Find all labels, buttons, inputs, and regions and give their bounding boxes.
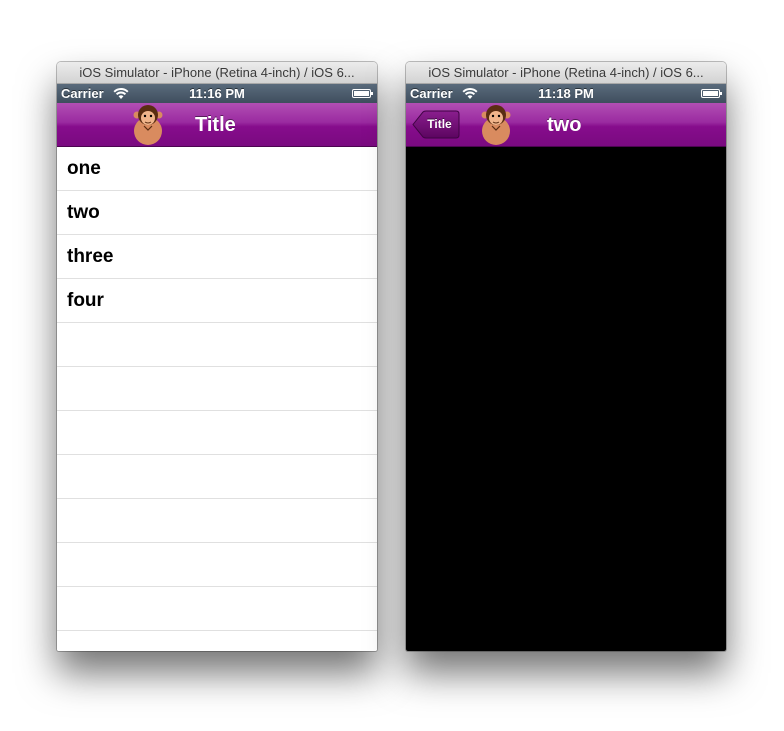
battery-icon [352,89,373,98]
monkey-icon [133,105,163,145]
window-title: iOS Simulator - iPhone (Retina 4-inch) /… [406,62,726,84]
table-row[interactable]: four [57,279,377,323]
navigation-bar: Title [57,103,377,147]
monkey-icon [481,105,511,145]
navigation-bar: Title two [406,103,726,147]
table-row[interactable]: three [57,235,377,279]
status-time: 11:18 PM [538,86,594,101]
table-view[interactable]: one two three four [57,147,377,651]
nav-title: Title [195,114,236,136]
status-time: 11:16 PM [189,86,245,101]
back-button[interactable]: Title [412,110,460,139]
table-row-empty [57,411,377,455]
table-row-empty [57,455,377,499]
status-bar: Carrier 11:16 PM [57,84,377,103]
table-row[interactable]: two [57,191,377,235]
content-view [406,147,726,651]
back-button-label: Title [427,117,452,131]
table-row[interactable]: one [57,147,377,191]
table-row-empty [57,587,377,631]
status-bar: Carrier 11:18 PM [406,84,726,103]
table-row-empty [57,631,377,651]
table-row-empty [57,543,377,587]
simulator-window-left: iOS Simulator - iPhone (Retina 4-inch) /… [57,62,377,651]
nav-title: two [547,114,582,136]
table-row-empty [57,367,377,411]
table-row-empty [57,323,377,367]
table-row-empty [57,499,377,543]
window-title: iOS Simulator - iPhone (Retina 4-inch) /… [57,62,377,84]
battery-icon [701,89,722,98]
simulator-window-right: iOS Simulator - iPhone (Retina 4-inch) /… [406,62,726,651]
